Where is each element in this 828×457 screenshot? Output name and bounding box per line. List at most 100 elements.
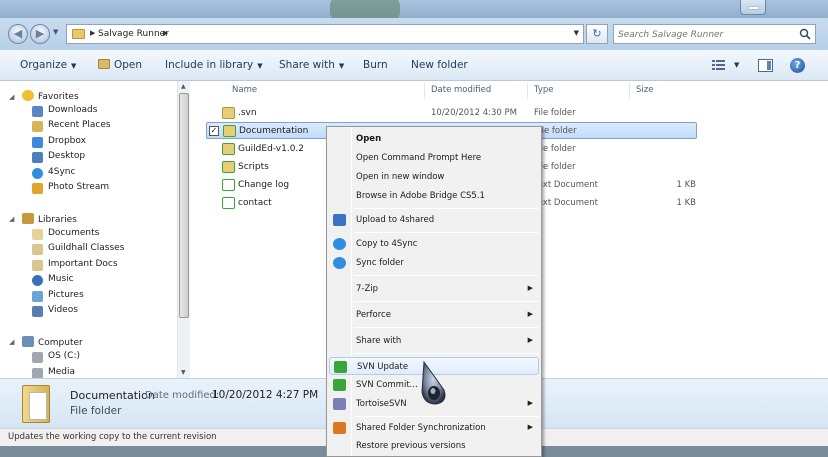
- nav-group-favorites[interactable]: Favorites: [22, 90, 79, 104]
- scrollbar-thumb[interactable]: [179, 93, 189, 318]
- details-name: Documentation: [70, 389, 155, 402]
- navigation-scrollbar[interactable]: ▲ ▼: [177, 81, 190, 378]
- breadcrumb-item[interactable]: Salvage Runner: [98, 29, 169, 39]
- nav-item-recent-places[interactable]: Recent Places: [32, 120, 111, 134]
- expand-arrow-icon[interactable]: ◢: [9, 215, 14, 223]
- recent-pages-dropdown[interactable]: ▼: [53, 28, 58, 36]
- nav-group-label: Computer: [38, 338, 83, 348]
- column-divider[interactable]: [527, 83, 528, 99]
- column-header-date-modified[interactable]: Date modified: [431, 85, 491, 99]
- menu-item-sync-folder[interactable]: Sync folder: [329, 254, 539, 272]
- menu-item-browse-adobe-bridge[interactable]: Browse in Adobe Bridge CS5.1: [329, 187, 539, 205]
- chevron-down-icon: ▼: [257, 62, 263, 70]
- views-dropdown-icon[interactable]: ▼: [734, 61, 739, 69]
- menu-item-open[interactable]: Open: [329, 130, 539, 148]
- preview-pane-icon[interactable]: [758, 59, 773, 72]
- svn-folder-icon: [222, 161, 235, 173]
- nav-item-guildhall-classes[interactable]: Guildhall Classes: [32, 243, 125, 257]
- menu-item-copy-to-4sync[interactable]: Copy to 4Sync: [329, 235, 539, 253]
- nav-item-videos[interactable]: Videos: [32, 305, 78, 319]
- open-button[interactable]: Open: [98, 59, 142, 71]
- dropbox-icon: [32, 137, 43, 148]
- share-with-label: Share with: [279, 59, 335, 71]
- share-with-button[interactable]: Share with ▼: [279, 59, 344, 71]
- photo-stream-icon: [32, 183, 43, 194]
- file-size: 1 KB: [676, 198, 696, 208]
- menu-item-label: Open in new window: [356, 172, 445, 182]
- breadcrumb-separator-icon[interactable]: ▶: [90, 29, 95, 37]
- shared-folder-sync-icon: [333, 422, 346, 434]
- folder-icon: [222, 107, 235, 119]
- organize-label: Organize: [20, 59, 68, 71]
- column-header-size[interactable]: Size: [636, 85, 653, 99]
- menu-item-label: Open Command Prompt Here: [356, 153, 482, 163]
- menu-separator: [354, 275, 539, 276]
- menu-item-upload-4shared[interactable]: Upload to 4shared: [329, 211, 539, 229]
- nav-item-important-docs[interactable]: Important Docs: [32, 259, 118, 273]
- search-box[interactable]: [613, 24, 816, 44]
- nav-item-downloads[interactable]: Downloads: [32, 105, 97, 119]
- svn-folder-icon: [222, 143, 235, 155]
- refresh-button[interactable]: ↻: [586, 24, 608, 44]
- menu-item-label: Copy to 4Sync: [356, 239, 418, 249]
- menu-separator: [354, 232, 539, 233]
- nav-item-label: OS (C:): [48, 351, 80, 361]
- nav-item-label: Music: [48, 274, 74, 284]
- address-bar[interactable]: ▶ Salvage Runner ▶ ▼: [66, 24, 584, 44]
- nav-group-libraries[interactable]: Libraries: [22, 213, 77, 227]
- nav-item-pictures[interactable]: Pictures: [32, 290, 84, 304]
- nav-item-label: Guildhall Classes: [48, 243, 125, 253]
- breadcrumb-separator-icon[interactable]: ▶: [163, 29, 168, 37]
- nav-item-music[interactable]: Music: [32, 274, 74, 288]
- column-header-name[interactable]: Name: [232, 85, 257, 99]
- column-divider[interactable]: [424, 83, 425, 99]
- details-modified-label: Date modified:: [145, 390, 220, 401]
- column-header-type[interactable]: Type: [534, 85, 554, 99]
- help-icon[interactable]: ?: [790, 58, 805, 73]
- 4sync-icon: [32, 168, 43, 179]
- nav-item-label: 4Sync: [48, 167, 76, 177]
- expand-arrow-icon[interactable]: ◢: [9, 338, 14, 346]
- nav-item-os-c[interactable]: OS (C:): [32, 351, 80, 365]
- svn-commit-icon: [333, 379, 346, 391]
- nav-item-documents[interactable]: Documents: [32, 228, 99, 242]
- nav-group-label: Libraries: [38, 215, 77, 225]
- pictures-icon: [32, 291, 43, 302]
- nav-group-computer[interactable]: Computer: [22, 336, 83, 350]
- nav-item-desktop[interactable]: Desktop: [32, 151, 86, 165]
- row-checkbox[interactable]: ✓: [209, 126, 219, 136]
- include-in-library-button[interactable]: Include in library ▼: [165, 59, 263, 71]
- menu-item-shared-folder-sync[interactable]: Shared Folder Synchronization ▶: [329, 419, 539, 437]
- menu-item-open-new-window[interactable]: Open in new window: [329, 168, 539, 186]
- forward-button[interactable]: ▶: [30, 24, 50, 44]
- table-row[interactable]: .svn 10/20/2012 4:30 PM File folder: [206, 105, 697, 122]
- search-input[interactable]: [618, 28, 793, 41]
- nav-item-4sync[interactable]: 4Sync: [32, 167, 76, 181]
- scroll-up-icon[interactable]: ▲: [181, 83, 186, 90]
- column-divider[interactable]: [629, 83, 630, 99]
- music-icon: [32, 275, 43, 286]
- menu-item-label: Browse in Adobe Bridge CS5.1: [356, 191, 485, 201]
- minimize-button[interactable]: [740, 0, 766, 15]
- back-button[interactable]: ◀: [8, 24, 28, 44]
- command-bar: Organize ▼ Open Include in library ▼ Share…: [0, 50, 828, 81]
- change-view-icon[interactable]: [712, 60, 725, 71]
- file-name: Documentation: [239, 126, 309, 136]
- nav-item-dropbox[interactable]: Dropbox: [32, 136, 86, 150]
- library-folder-icon: [32, 244, 43, 255]
- menu-item-share-with[interactable]: Share with ▶: [329, 332, 539, 350]
- nav-item-label: Desktop: [48, 151, 86, 161]
- menu-item-restore-previous-versions[interactable]: Restore previous versions: [329, 437, 539, 455]
- organize-button[interactable]: Organize ▼: [20, 59, 76, 71]
- nav-item-photo-stream[interactable]: Photo Stream: [32, 182, 109, 196]
- menu-item-7zip[interactable]: 7-Zip ▶: [329, 280, 539, 298]
- expand-arrow-icon[interactable]: ◢: [9, 93, 14, 101]
- search-icon[interactable]: [799, 28, 811, 40]
- menu-item-open-command-prompt[interactable]: Open Command Prompt Here: [329, 149, 539, 167]
- burn-button[interactable]: Burn: [363, 59, 388, 71]
- nav-item-label: Recent Places: [48, 120, 111, 130]
- scroll-down-icon[interactable]: ▼: [181, 369, 186, 376]
- address-history-dropdown-icon[interactable]: ▼: [574, 29, 579, 37]
- menu-item-perforce[interactable]: Perforce ▶: [329, 306, 539, 324]
- new-folder-button[interactable]: New folder: [411, 59, 468, 71]
